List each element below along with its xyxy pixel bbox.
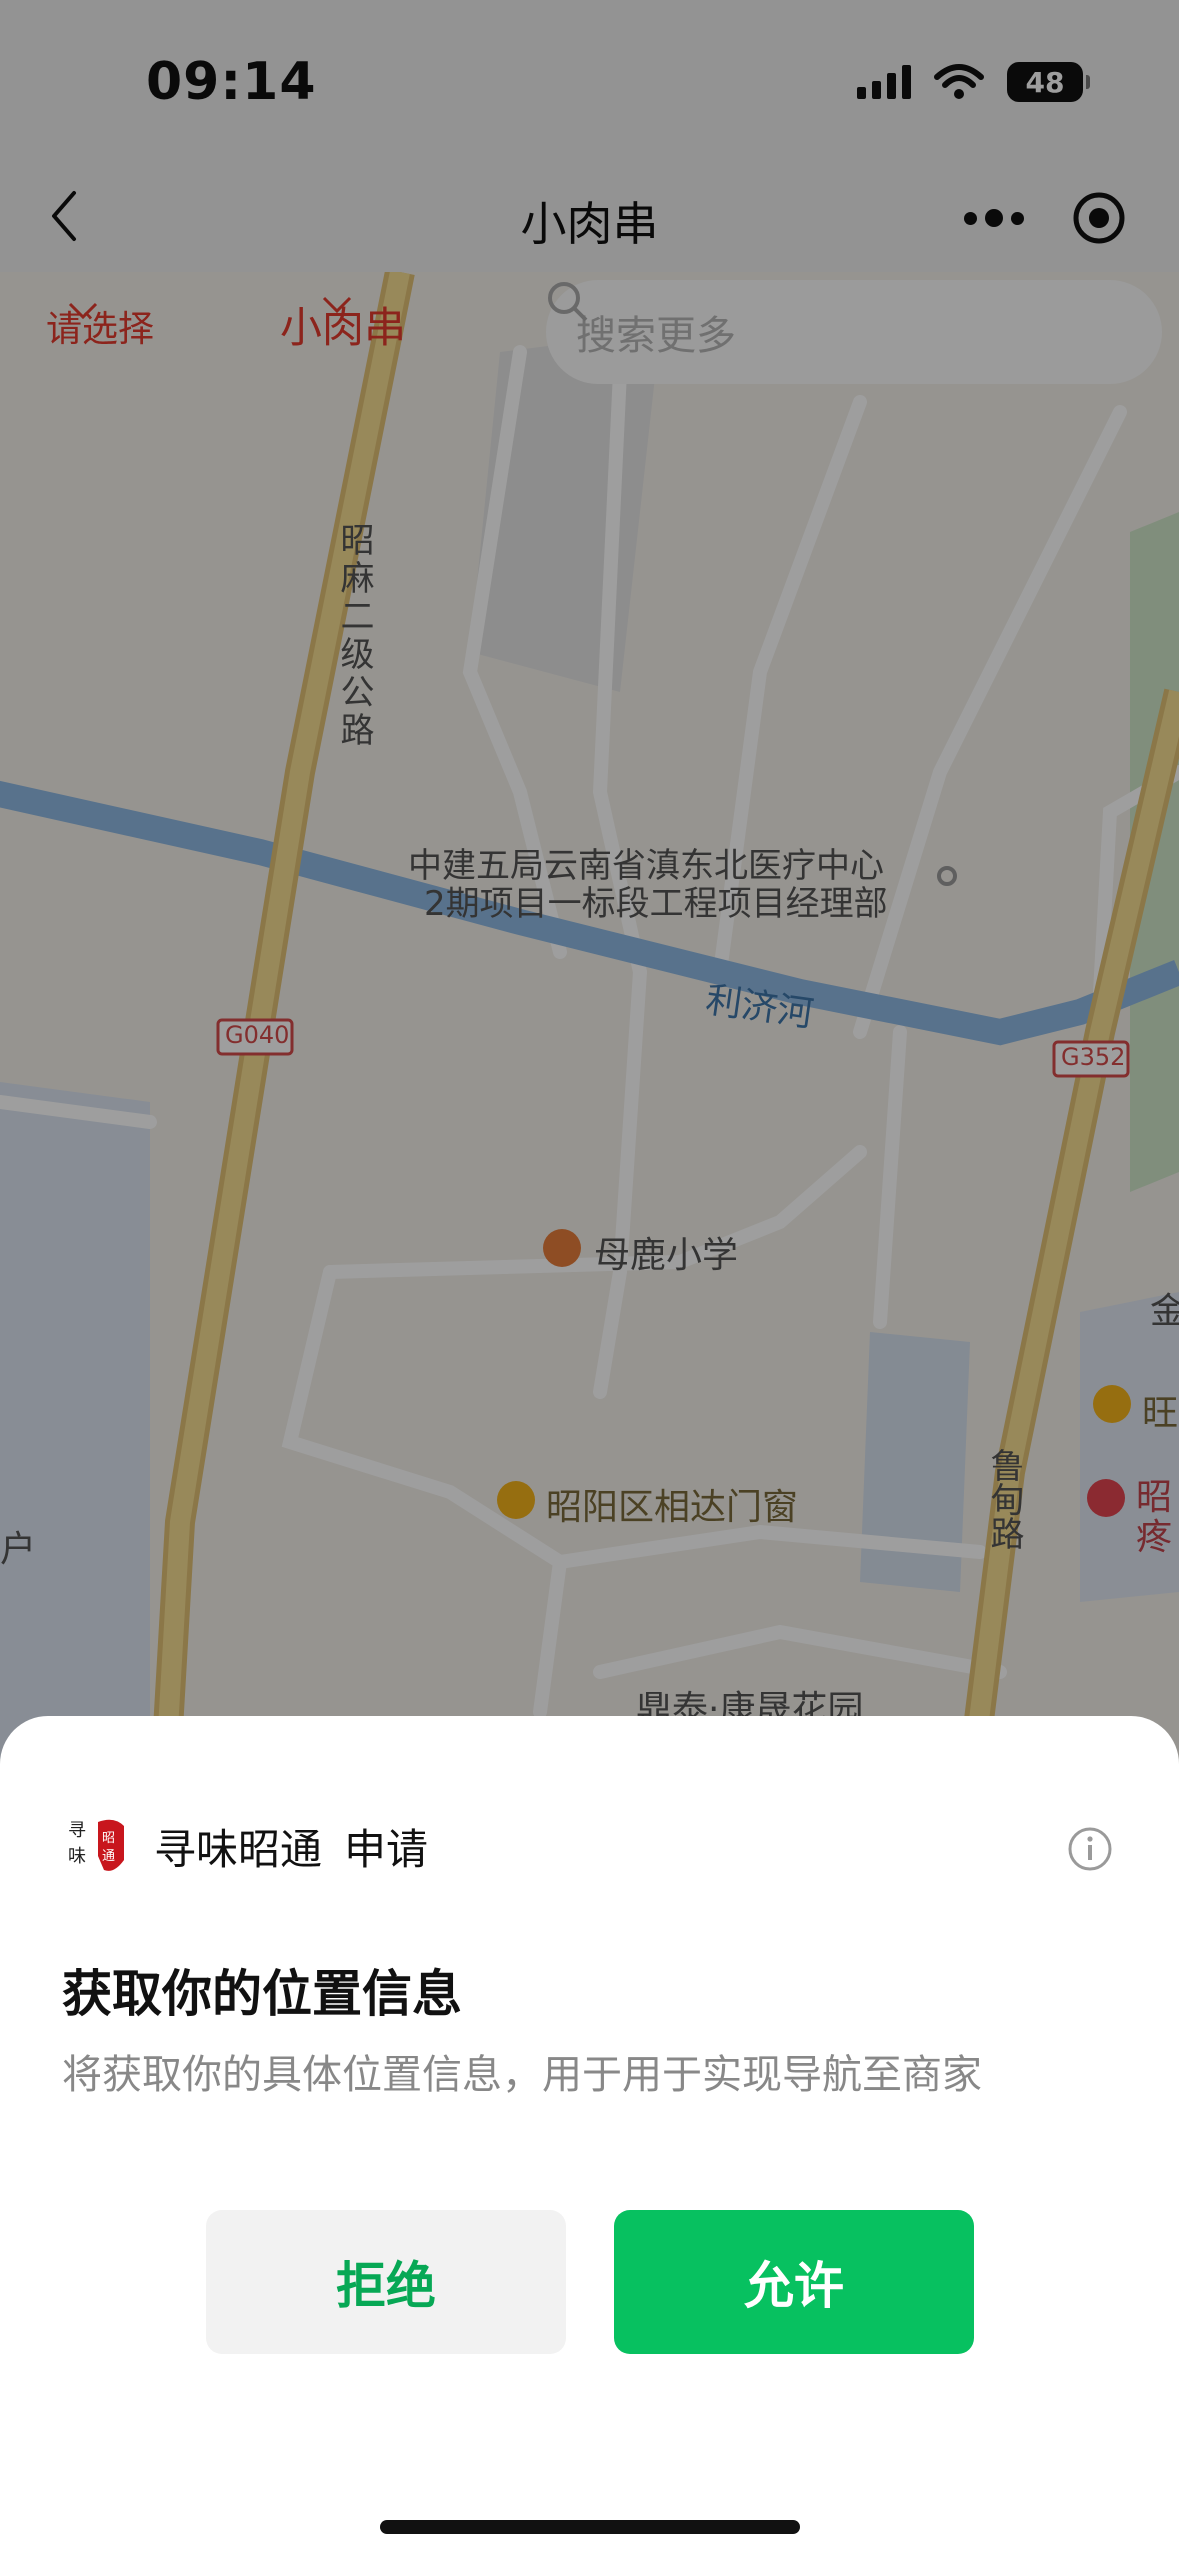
dialog-title: 获取你的位置信息 xyxy=(62,1965,462,2023)
location-permission-sheet: 寻 味 昭 通 寻味昭通 申请 获取你的位置信息 将获取你的具体位置信息，用于用… xyxy=(0,1716,1179,2556)
app-name: 寻味昭通 xyxy=(154,1824,323,1874)
deny-button[interactable]: 拒绝 xyxy=(206,2210,566,2354)
svg-text:寻: 寻 xyxy=(68,1820,86,1841)
app-logo-icon: 寻 味 昭 通 xyxy=(68,1819,124,1871)
allow-button[interactable]: 允许 xyxy=(614,2210,974,2354)
svg-text:昭: 昭 xyxy=(102,1831,115,1846)
svg-text:通: 通 xyxy=(102,1849,115,1864)
home-indicator xyxy=(380,2520,800,2534)
info-icon[interactable] xyxy=(1067,1826,1113,1872)
svg-text:味: 味 xyxy=(68,1846,86,1867)
request-word: 申请 xyxy=(344,1824,429,1874)
requesting-app: 寻 味 昭 通 寻味昭通 申请 xyxy=(64,1812,428,1880)
dialog-description: 将获取你的具体位置信息，用于用于实现导航至商家 xyxy=(62,2052,982,2098)
